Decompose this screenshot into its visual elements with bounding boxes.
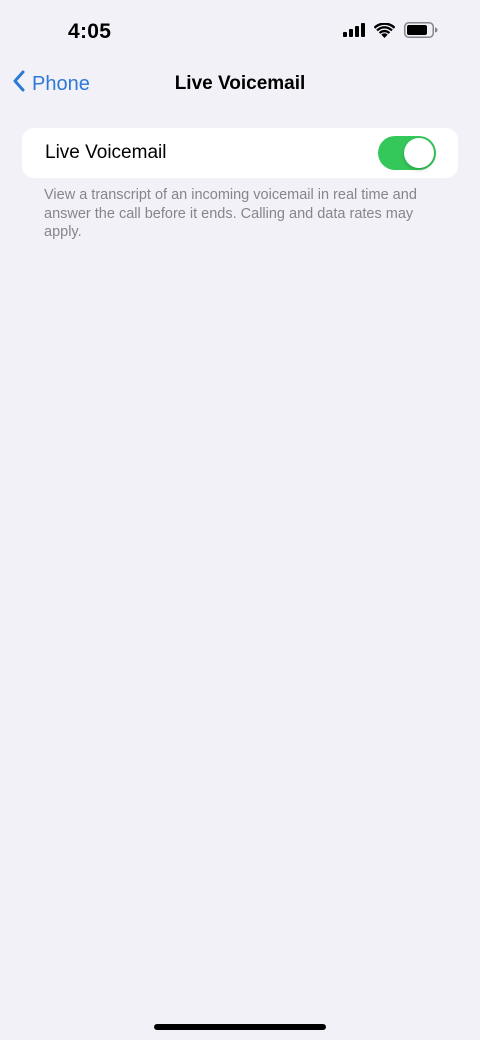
home-indicator[interactable] — [154, 1024, 326, 1030]
status-time: 4:05 — [68, 20, 112, 43]
wifi-icon — [373, 22, 396, 43]
live-voicemail-label: Live Voicemail — [45, 142, 167, 163]
live-voicemail-footer: View a transcript of an incoming voicema… — [44, 187, 417, 240]
battery-icon — [404, 22, 438, 43]
live-voicemail-row: Live Voicemail — [22, 128, 458, 178]
navigation-bar: Phone Live Voicemail — [0, 64, 480, 108]
status-bar: 4:05 — [0, 0, 480, 64]
live-voicemail-toggle[interactable] — [378, 136, 436, 170]
cellular-signal-icon — [343, 23, 365, 42]
page-title: Live Voicemail — [174, 73, 306, 94]
toggle-knob — [404, 138, 434, 168]
status-icons — [343, 22, 438, 43]
